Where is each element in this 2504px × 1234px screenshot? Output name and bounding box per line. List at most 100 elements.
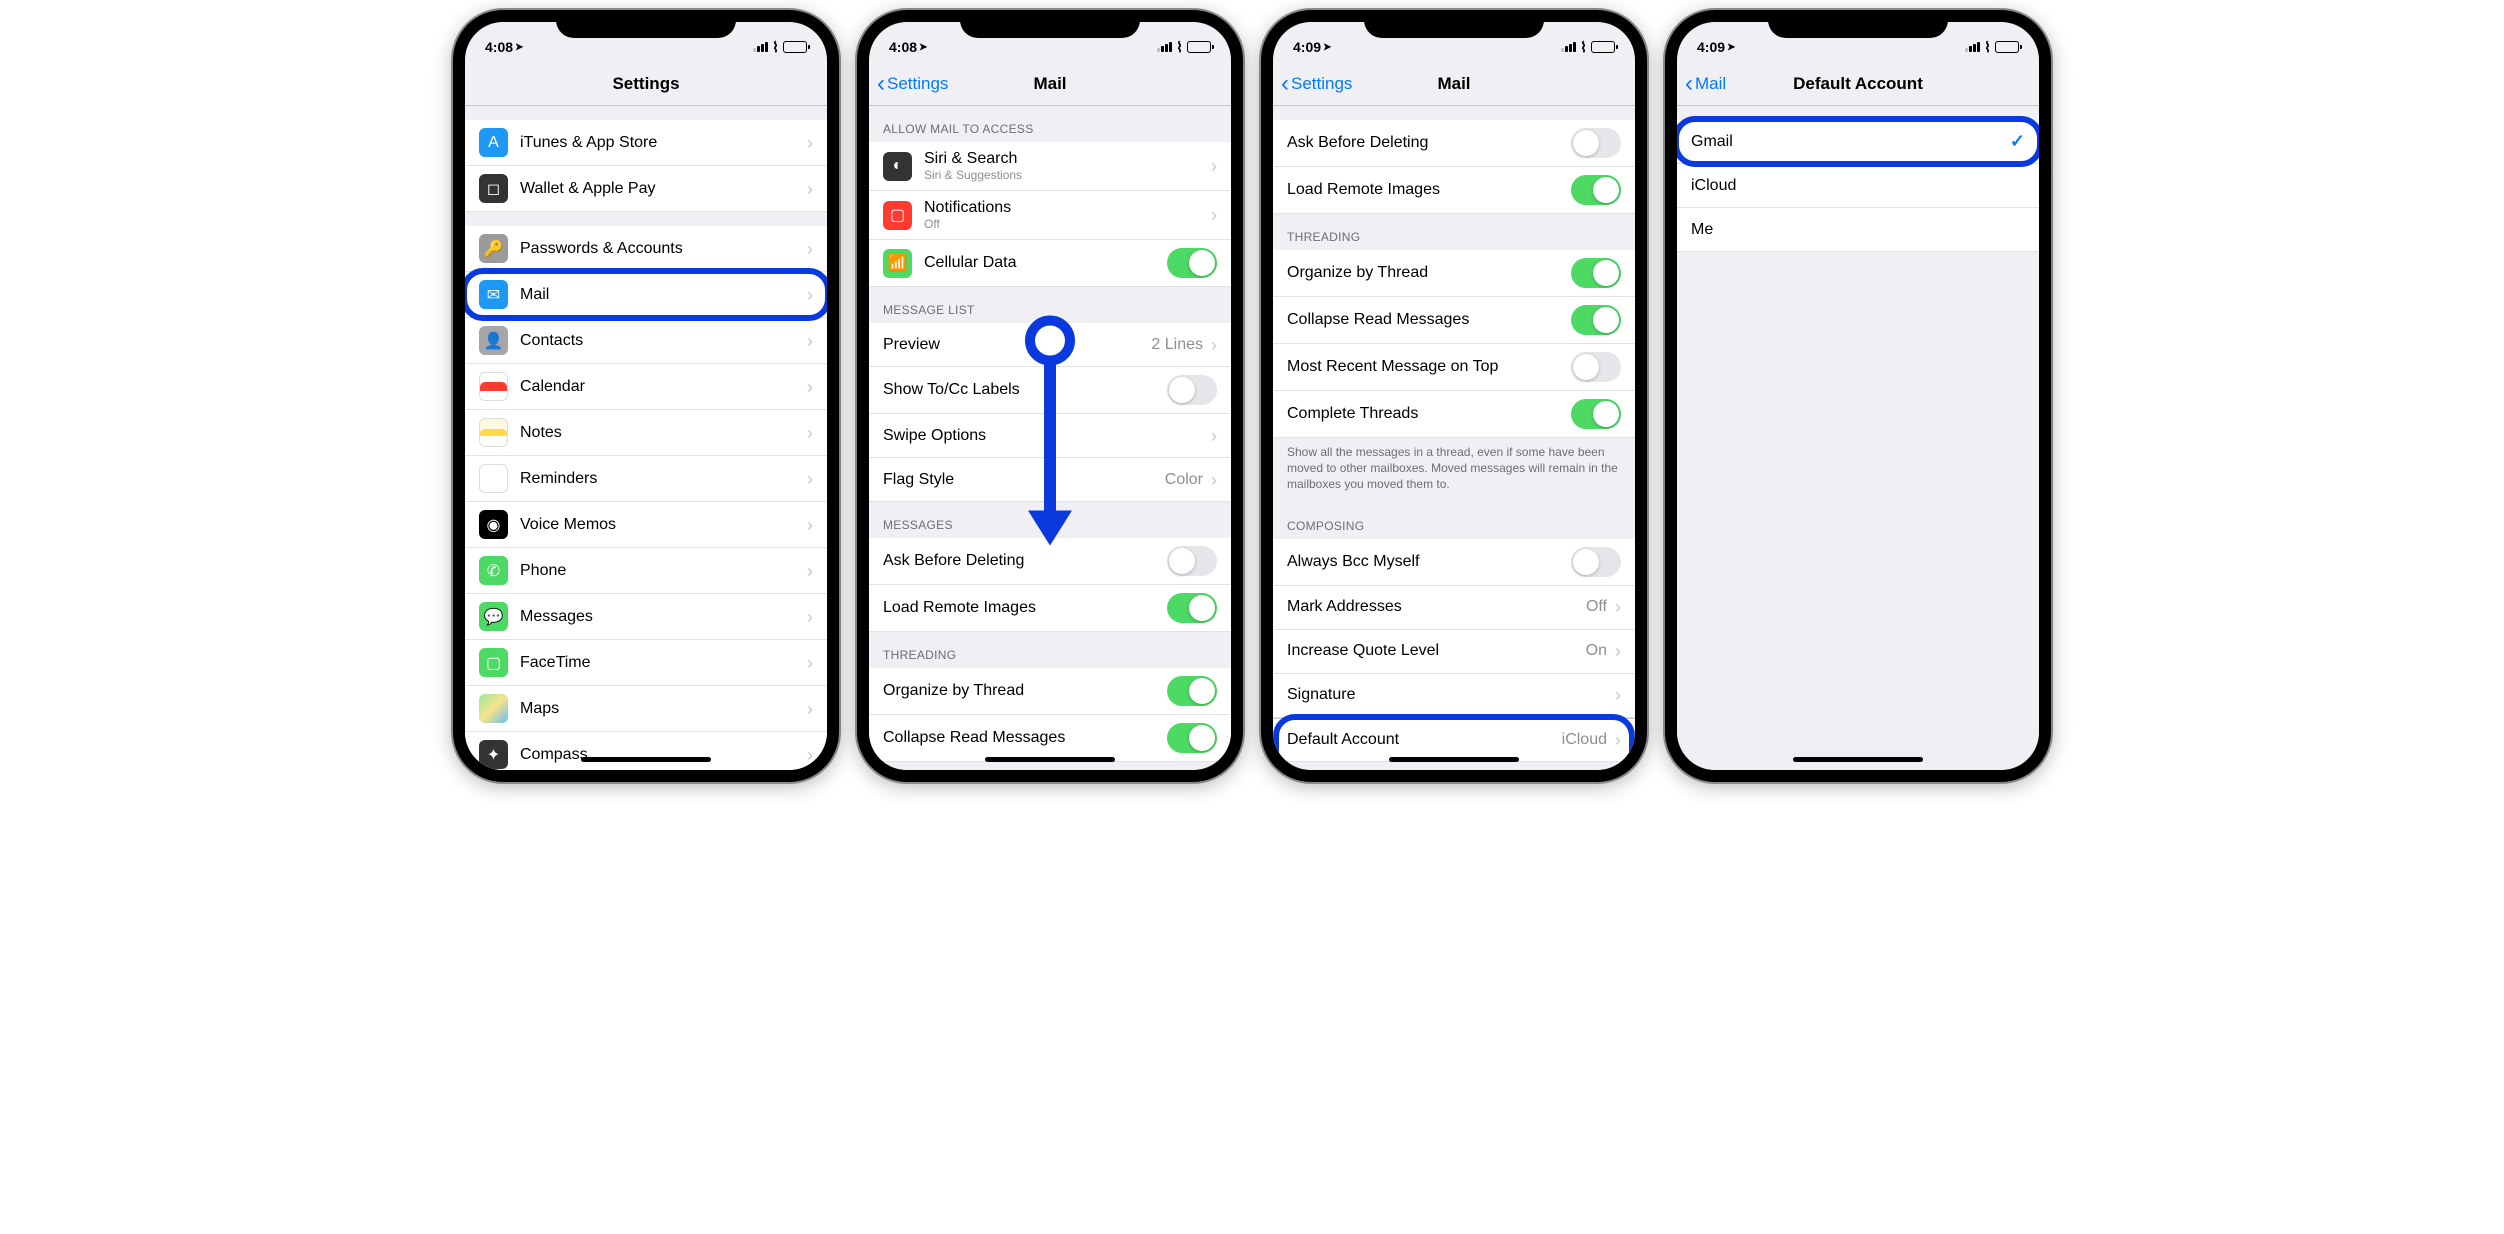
status-time: 4:08 (889, 39, 917, 55)
location-icon: ➤ (1323, 42, 1331, 53)
row-label: Ask Before Deleting (883, 552, 1167, 570)
toggle-switch[interactable] (1571, 305, 1621, 335)
nav-back-button[interactable]: ‹Settings (1281, 72, 1352, 96)
settings-row-reminders[interactable]: •••Reminders› (465, 456, 827, 502)
row-label: Increase Quote Level (1287, 642, 1586, 660)
toggle-switch[interactable] (1167, 546, 1217, 576)
content-scroll[interactable]: ALLOW MAIL TO ACCESS◐Siri & SearchSiri &… (869, 106, 1231, 770)
home-indicator[interactable] (581, 757, 711, 762)
row-label: Complete Threads (1287, 405, 1571, 423)
toggle-switch[interactable] (1571, 175, 1621, 205)
row-label: Cellular Data (924, 254, 1167, 272)
signal-icon (753, 42, 768, 52)
settings-row-facetime[interactable]: ▢FaceTime› (465, 640, 827, 686)
nav-back-label: Mail (1695, 74, 1726, 94)
settings-row-load-remote-images[interactable]: Load Remote Images (869, 585, 1231, 632)
toggle-switch[interactable] (1571, 352, 1621, 382)
chevron-right-icon: › (807, 332, 813, 350)
settings-row-collapse-read-messages[interactable]: Collapse Read Messages (1273, 297, 1635, 344)
home-indicator[interactable] (1389, 757, 1519, 762)
chevron-right-icon: › (807, 700, 813, 718)
settings-row-increase-quote-level[interactable]: Increase Quote LevelOn› (1273, 630, 1635, 674)
toggle-switch[interactable] (1167, 723, 1217, 753)
toggle-switch[interactable] (1167, 375, 1217, 405)
settings-row-messages[interactable]: 💬Messages› (465, 594, 827, 640)
settings-row-load-remote-images[interactable]: Load Remote Images (1273, 167, 1635, 214)
content-scroll[interactable]: AiTunes & App Store›◻Wallet & Apple Pay›… (465, 106, 827, 770)
row-label: Organize by Thread (883, 682, 1167, 700)
settings-row-calendar[interactable]: Calendar› (465, 364, 827, 410)
settings-row-ask-before-deleting[interactable]: Ask Before Deleting (1273, 120, 1635, 167)
chevron-right-icon: › (807, 746, 813, 764)
row-label: Load Remote Images (1287, 181, 1571, 199)
content-scroll[interactable]: Ask Before DeletingLoad Remote ImagesTHR… (1273, 106, 1635, 770)
settings-row-swipe-options[interactable]: Swipe Options› (869, 414, 1231, 458)
settings-row-flag-style[interactable]: Flag StyleColor› (869, 458, 1231, 502)
settings-row-collapse-read-messages[interactable]: Collapse Read Messages (869, 715, 1231, 762)
row-label: Me (1691, 221, 2025, 239)
settings-row-complete-threads[interactable]: Complete Threads (1273, 391, 1635, 438)
settings-row-notifications[interactable]: ▢NotificationsOff› (869, 191, 1231, 240)
settings-row-preview[interactable]: Preview2 Lines› (869, 323, 1231, 367)
row-label: Flag Style (883, 471, 1165, 489)
nav-bar: ‹Mail Default Account (1677, 62, 2039, 106)
settings-row-signature[interactable]: Signature› (1273, 674, 1635, 718)
status-time: 4:08 (485, 39, 513, 55)
settings-row-mark-addresses[interactable]: Mark AddressesOff› (1273, 586, 1635, 630)
settings-row-phone[interactable]: ✆Phone› (465, 548, 827, 594)
toggle-switch[interactable] (1167, 248, 1217, 278)
settings-row-contacts[interactable]: 👤Contacts› (465, 318, 827, 364)
toggle-switch[interactable] (1571, 547, 1621, 577)
notifications-icon: ▢ (883, 201, 912, 230)
home-indicator[interactable] (1793, 757, 1923, 762)
toggle-switch[interactable] (1571, 128, 1621, 158)
toggle-switch[interactable] (1167, 593, 1217, 623)
settings-row-passwords-accounts[interactable]: 🔑Passwords & Accounts› (465, 226, 827, 272)
settings-row-show-to-cc-labels[interactable]: Show To/Cc Labels (869, 367, 1231, 414)
settings-row-maps[interactable]: Maps› (465, 686, 827, 732)
row-label: Signature (1287, 686, 1615, 704)
settings-row-siri-search[interactable]: ◐Siri & SearchSiri & Suggestions› (869, 142, 1231, 191)
wallet-apple-pay-icon: ◻ (479, 174, 508, 203)
settings-row-mail[interactable]: ✉Mail› (465, 272, 827, 318)
section-header: ALLOW MAIL TO ACCESS (869, 106, 1231, 142)
row-detail: 2 Lines (1151, 336, 1203, 354)
reminders-icon: ••• (479, 464, 508, 493)
toggle-switch[interactable] (1571, 258, 1621, 288)
row-label: Notes (520, 424, 807, 442)
settings-row-always-bcc-myself[interactable]: Always Bcc Myself (1273, 539, 1635, 586)
chevron-right-icon: › (807, 424, 813, 442)
nav-bar: ‹SettingsMail (1273, 62, 1635, 106)
nav-back-button[interactable]: ‹Settings (877, 72, 948, 96)
settings-row-wallet-apple-pay[interactable]: ◻Wallet & Apple Pay› (465, 166, 827, 212)
nav-title: Default Account (1793, 74, 1923, 94)
settings-row-default-account[interactable]: Default AccountiCloud› (1273, 718, 1635, 762)
settings-row-organize-by-thread[interactable]: Organize by Thread (869, 668, 1231, 715)
settings-row-most-recent-message-on-top[interactable]: Most Recent Message on Top (1273, 344, 1635, 391)
settings-row-notes[interactable]: Notes› (465, 410, 827, 456)
toggle-switch[interactable] (1167, 676, 1217, 706)
settings-row-ask-before-deleting[interactable]: Ask Before Deleting (869, 538, 1231, 585)
settings-row-voice-memos[interactable]: ◉Voice Memos› (465, 502, 827, 548)
nav-title: Settings (612, 74, 679, 94)
chevron-left-icon: ‹ (877, 72, 885, 96)
home-indicator[interactable] (985, 757, 1115, 762)
toggle-switch[interactable] (1571, 399, 1621, 429)
settings-row-cellular-data[interactable]: 📶Cellular Data (869, 240, 1231, 287)
settings-row-icloud[interactable]: iCloud (1677, 164, 2039, 208)
nav-title: Mail (1033, 74, 1066, 94)
settings-row-itunes-app-store[interactable]: AiTunes & App Store› (465, 120, 827, 166)
compass-icon: ✦ (479, 740, 508, 769)
settings-row-organize-by-thread[interactable]: Organize by Thread (1273, 250, 1635, 297)
section-header: THREADING (869, 632, 1231, 668)
row-label: Preview (883, 336, 1151, 354)
battery-icon (1187, 41, 1211, 53)
settings-row-me[interactable]: Me (1677, 208, 2039, 252)
calendar-icon (479, 372, 508, 401)
row-detail: Off (1586, 598, 1607, 616)
content-scroll[interactable]: Gmail✓iCloud Me (1677, 106, 2039, 770)
row-label: Ask Before Deleting (1287, 134, 1571, 152)
settings-row-gmail[interactable]: Gmail✓ (1677, 120, 2039, 164)
settings-row-compass[interactable]: ✦Compass› (465, 732, 827, 770)
nav-back-button[interactable]: ‹Mail (1685, 72, 1726, 96)
